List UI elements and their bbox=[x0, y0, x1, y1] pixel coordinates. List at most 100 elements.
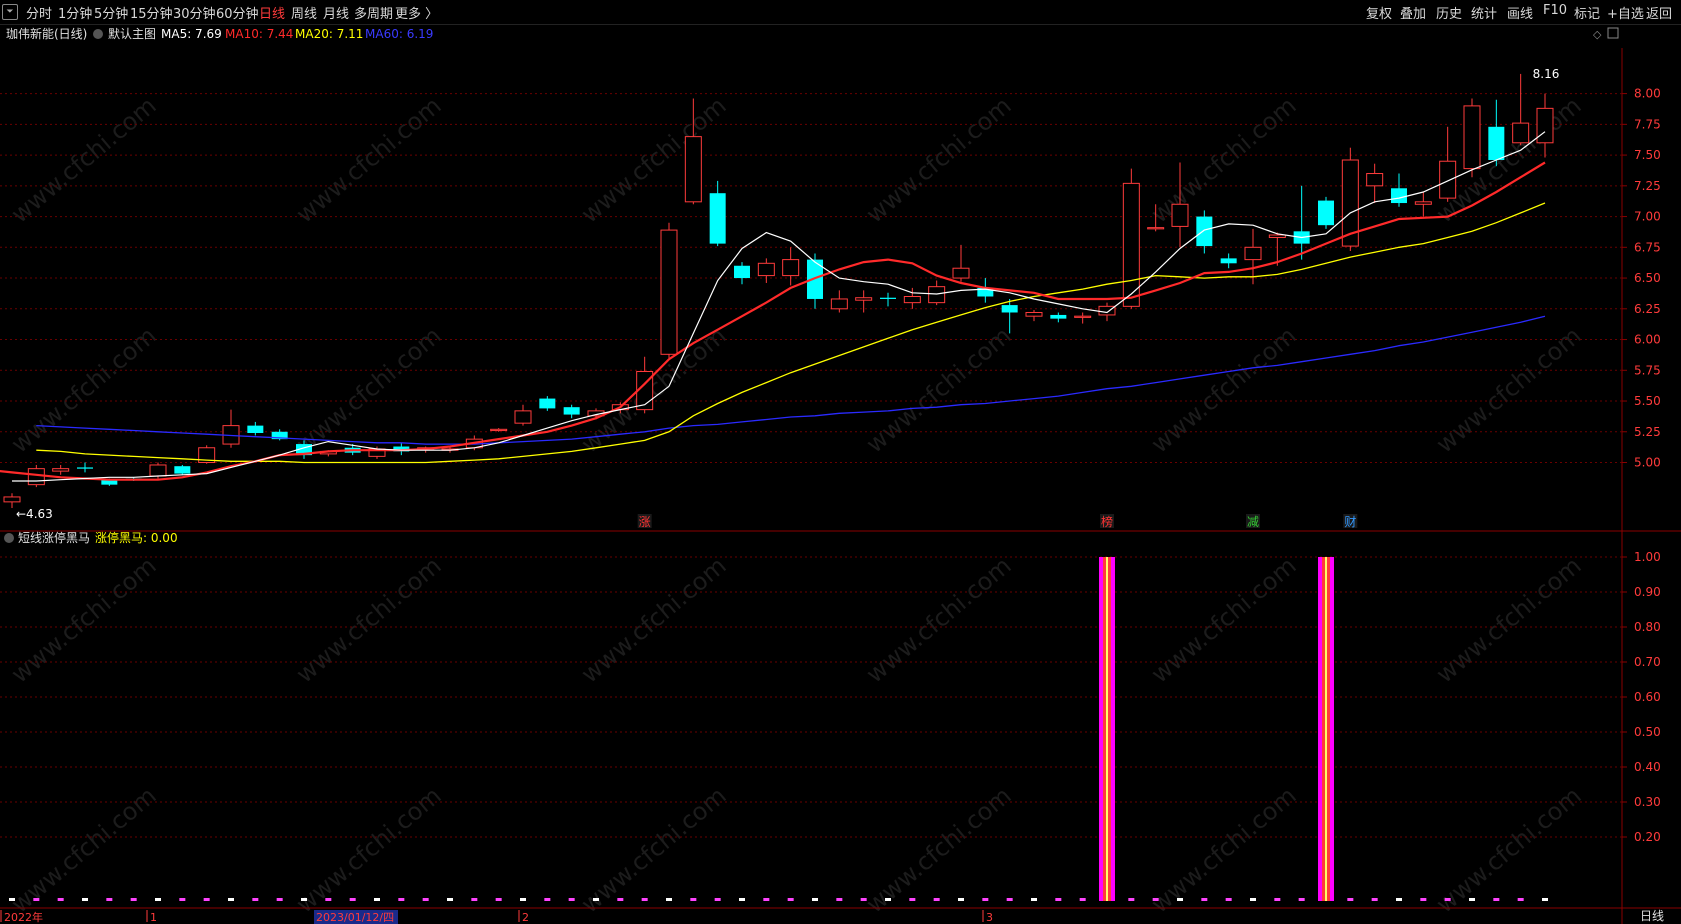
signal-dot bbox=[1493, 898, 1500, 901]
tab-weekly[interactable]: 周线 bbox=[291, 3, 317, 22]
watermark-text: www.cfchi.com bbox=[1146, 321, 1302, 458]
tab-30min[interactable]: 30分钟 bbox=[173, 3, 216, 22]
indicator-menu-icon[interactable] bbox=[4, 533, 14, 543]
candle-body-up bbox=[928, 286, 946, 304]
template-label[interactable]: 默认主图 bbox=[108, 26, 156, 41]
signal-dot bbox=[666, 898, 672, 901]
signal-dot bbox=[1274, 898, 1281, 901]
f10-button[interactable]: F10 bbox=[1543, 3, 1567, 18]
watermark-text: www.cfchi.com bbox=[861, 551, 1017, 688]
watermark-text: www.cfchi.com bbox=[1431, 91, 1587, 228]
chart-grid bbox=[0, 48, 1681, 924]
event-marker: 减 bbox=[1247, 515, 1259, 529]
restore-rights-button[interactable]: 复权 bbox=[1366, 3, 1392, 22]
stock-name: 珈伟新能(日线) bbox=[6, 26, 87, 41]
signal-dot bbox=[739, 898, 745, 901]
history-button[interactable]: 历史 bbox=[1436, 3, 1462, 22]
signal-dot bbox=[1152, 898, 1159, 901]
date-axis-label: 3 bbox=[986, 911, 993, 924]
price-tick-label: 7.75 bbox=[1634, 117, 1661, 131]
tab-60min[interactable]: 60分钟 bbox=[216, 3, 259, 22]
candle-body-up bbox=[757, 262, 775, 277]
panel-toggle-icon[interactable] bbox=[1607, 27, 1619, 39]
period-label: 日线 bbox=[1640, 909, 1664, 923]
watermark-text: www.cfchi.com bbox=[1431, 781, 1587, 918]
candle-body-up bbox=[1268, 234, 1286, 238]
sub-tick-label: 1.00 bbox=[1634, 550, 1661, 564]
kline-chart[interactable]: www.cfchi.com www.cfchi.com www.cfchi.com w… bbox=[0, 24, 1681, 924]
tab-daily[interactable]: 日线 bbox=[259, 3, 285, 22]
signal-dot bbox=[1031, 898, 1037, 901]
signal-dot bbox=[593, 898, 599, 901]
watermark-text: www.cfchi.com bbox=[576, 781, 732, 918]
tab-monthly[interactable]: 月线 bbox=[323, 3, 349, 22]
tab-multi-period[interactable]: 多周期 bbox=[354, 3, 393, 22]
sub-tick-label: 0.90 bbox=[1634, 585, 1661, 599]
sub-tick-label: 0.40 bbox=[1634, 760, 1661, 774]
signal-spike-center bbox=[1106, 557, 1108, 901]
signal-dot bbox=[1347, 898, 1354, 901]
signal-dot bbox=[1079, 898, 1086, 901]
back-button[interactable]: 返回 bbox=[1646, 3, 1672, 22]
price-tick-label: 6.75 bbox=[1634, 240, 1661, 254]
add-watchlist-button[interactable]: +自选 bbox=[1607, 3, 1644, 22]
candle-body-up bbox=[1074, 315, 1092, 318]
price-tick-label: 7.00 bbox=[1634, 210, 1661, 224]
watermark-text: www.cfchi.com bbox=[861, 91, 1017, 228]
draw-line-button[interactable]: 画线 bbox=[1507, 3, 1533, 22]
candle-body-up bbox=[782, 259, 800, 277]
signal-dot bbox=[33, 898, 40, 901]
price-tick-label: 6.25 bbox=[1634, 302, 1661, 316]
price-labels-layer: 8.16 ←4.63 涨 榜 减 财 bbox=[16, 67, 1559, 529]
signal-dot bbox=[57, 898, 64, 901]
signal-dot bbox=[1396, 898, 1402, 901]
overlay-button[interactable]: 叠加 bbox=[1400, 3, 1426, 22]
price-tick-label: 8.00 bbox=[1634, 87, 1661, 101]
mark-button[interactable]: 标记 bbox=[1574, 3, 1600, 22]
tab-5min[interactable]: 5分钟 bbox=[94, 3, 128, 22]
candle-body-up bbox=[490, 428, 508, 432]
watermark-text: www.cfchi.com bbox=[6, 321, 162, 458]
candle-body-up bbox=[52, 468, 70, 472]
signal-dot bbox=[933, 898, 940, 901]
signal-dot bbox=[471, 898, 478, 901]
signal-dot bbox=[9, 898, 15, 901]
watermark-text: www.cfchi.com bbox=[576, 321, 732, 458]
signal-dot bbox=[860, 898, 867, 901]
signal-dot bbox=[422, 898, 429, 901]
signal-spike-center bbox=[1325, 557, 1327, 901]
candle-body-up bbox=[514, 410, 532, 424]
tab-more[interactable]: 更多 〉 bbox=[395, 3, 438, 22]
signal-dot bbox=[641, 898, 648, 901]
ma5-label: MA5: 7.69 bbox=[161, 27, 222, 41]
signal-dot bbox=[812, 898, 818, 901]
event-marker: 榜 bbox=[1101, 514, 1113, 529]
high-price-label: 8.16 bbox=[1533, 67, 1560, 81]
diamond-icon[interactable]: ◇ bbox=[1593, 28, 1602, 41]
candle-body-up bbox=[903, 296, 921, 304]
signal-dot bbox=[909, 898, 916, 901]
candle-body-up bbox=[1025, 311, 1043, 317]
candle-body-up bbox=[1463, 105, 1481, 170]
signal-dot bbox=[349, 898, 356, 901]
tab-1min[interactable]: 1分钟 bbox=[58, 3, 92, 22]
candle-body-up bbox=[1439, 160, 1457, 199]
tab-minute[interactable]: 分时 bbox=[26, 3, 52, 22]
signal-dot bbox=[1444, 898, 1451, 901]
signal-dot bbox=[1201, 898, 1208, 901]
price-tick-label: 7.25 bbox=[1634, 179, 1661, 193]
candle-body-up bbox=[855, 297, 873, 301]
candle-body-down bbox=[1050, 314, 1067, 319]
signal-dot bbox=[1469, 898, 1475, 901]
watermark-text: www.cfchi.com bbox=[576, 91, 732, 228]
tab-15min[interactable]: 15分钟 bbox=[130, 3, 173, 22]
watermark-text: www.cfchi.com bbox=[291, 321, 447, 458]
sub-tick-label: 0.60 bbox=[1634, 690, 1661, 704]
signal-dot bbox=[276, 898, 283, 901]
system-menu-icon[interactable]: ⏷ bbox=[2, 4, 18, 20]
statistics-button[interactable]: 统计 bbox=[1471, 3, 1497, 22]
price-tick-label: 5.75 bbox=[1634, 363, 1661, 377]
signal-dot bbox=[885, 898, 891, 901]
date-axis-label: 1 bbox=[150, 911, 157, 924]
template-menu-icon[interactable] bbox=[93, 29, 103, 39]
